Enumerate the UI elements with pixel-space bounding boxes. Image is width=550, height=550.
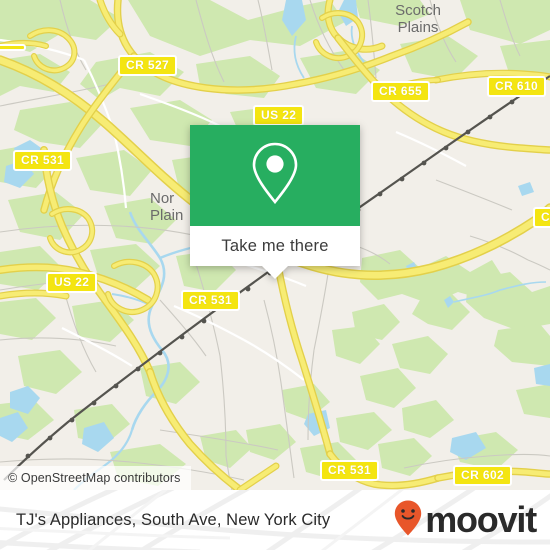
road-shield-cr-527: CR 527 [118, 55, 178, 76]
road-shield-cr-531-bottom: CR 531 [320, 460, 380, 481]
take-me-there-button[interactable]: Take me there [221, 237, 328, 256]
location-popup[interactable]: Take me there [190, 125, 360, 279]
place-label-line2: Plains [397, 19, 439, 36]
road-shield-label: CR 531 [320, 460, 380, 481]
osm-attribution[interactable]: © OpenStreetMap contributors [0, 466, 191, 490]
road-shield-label: US 22 [46, 272, 98, 293]
popup-header [190, 125, 360, 226]
road-shield-cr-655: CR 655 [371, 81, 431, 102]
road-shield-cr-602: CR 602 [453, 465, 513, 486]
road-shield-cr-531-center: CR 531 [181, 290, 241, 311]
road-shield-label: US 22 [253, 105, 305, 126]
popup-body: Take me there [190, 226, 360, 266]
road-shield-label: CR [533, 207, 550, 228]
place-label-line1: Scotch [395, 2, 441, 19]
road-shield-clipped-top [100, 0, 152, 4]
road-shield-label: CR 655 [371, 81, 431, 102]
popup-tail [262, 266, 288, 279]
page-title: TJ's Appliances, South Ave, New York Cit… [16, 510, 331, 529]
place-label-scotch-plains: Scotch Plains [378, 2, 458, 36]
road-shield-clipped-left [0, 38, 26, 56]
moovit-brand[interactable]: moovit [393, 499, 537, 542]
footer-bar: TJ's Appliances, South Ave, New York Cit… [0, 490, 550, 550]
road-shield-label: CR 531 [181, 290, 241, 311]
map-screenshot: .park { fill:#cfe8b0; } .water { fill:#a… [0, 0, 550, 550]
road-shield-us-22-left: US 22 [46, 272, 98, 293]
road-shield-cr-610: CR 610 [487, 76, 547, 97]
road-shield-us-22-top: US 22 [253, 105, 305, 126]
road-shield-cr-clipped-right: CR [533, 207, 550, 228]
road-shield-label [0, 44, 26, 51]
map-pin-icon [249, 141, 301, 210]
road-shield-label: CR 602 [453, 465, 513, 486]
moovit-smiley-pin-icon [393, 499, 423, 542]
osm-attribution-text: © OpenStreetMap contributors [8, 471, 181, 485]
road-shield-label: CR 531 [13, 150, 73, 171]
road-shield-cr-531-left: CR 531 [13, 150, 73, 171]
road-shield-label: CR 527 [118, 55, 178, 76]
moovit-wordmark: moovit [425, 499, 537, 540]
road-shield-label: CR 610 [487, 76, 547, 97]
